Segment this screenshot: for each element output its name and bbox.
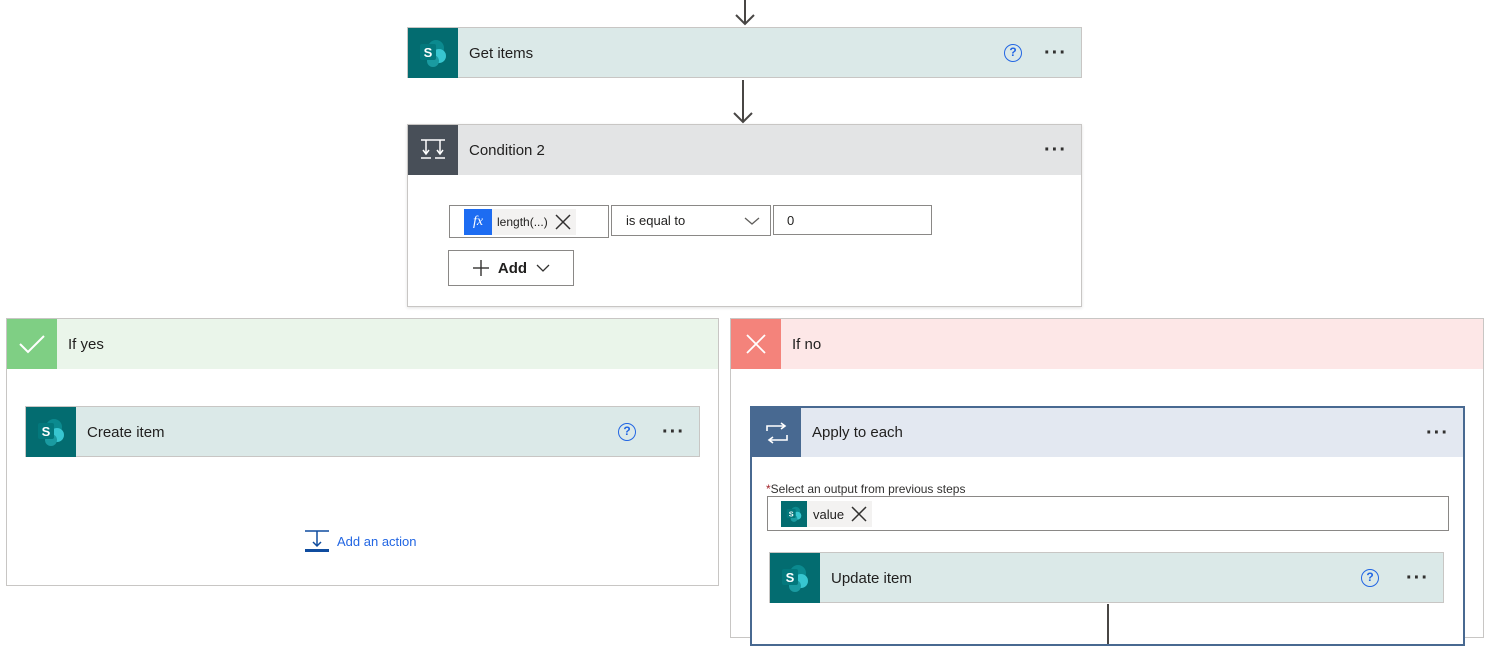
loop-icon [752, 408, 801, 457]
svg-text:S: S [42, 424, 51, 439]
card-title: Condition 2 [469, 141, 545, 159]
get-items-card[interactable]: S Get items ? ··· [407, 27, 1082, 78]
close-x-icon [731, 319, 781, 369]
chevron-down-icon [536, 264, 550, 272]
help-icon[interactable]: ? [1361, 569, 1380, 587]
card-title: Apply to each [812, 424, 903, 441]
svg-text:S: S [424, 45, 433, 60]
connector-arrow [735, 0, 755, 26]
more-options-icon[interactable]: ··· [1426, 423, 1449, 443]
sharepoint-icon: S [770, 553, 820, 603]
branch-title: If yes [68, 335, 104, 353]
svg-text:S: S [786, 570, 795, 585]
checkmark-icon [7, 319, 57, 369]
connector-arrow [733, 80, 753, 124]
condition-left-operand[interactable]: fx length(...) [449, 205, 609, 238]
sharepoint-icon: S [408, 28, 458, 78]
card-title: Get items [469, 44, 534, 62]
expression-token[interactable]: fx length(...) [464, 209, 576, 235]
card-title: Create item [87, 423, 165, 441]
fx-icon: fx [464, 209, 492, 235]
apply-to-each-card[interactable]: Apply to each ··· *Select an output from… [750, 406, 1465, 646]
more-options-icon[interactable]: ··· [1044, 43, 1067, 63]
select-output-input[interactable]: S value [767, 496, 1449, 531]
token-label: value [813, 506, 845, 522]
add-action-label: Add an action [337, 533, 417, 549]
value-token[interactable]: S value [781, 501, 873, 527]
operator-dropdown[interactable]: is equal to [611, 205, 771, 236]
chevron-down-icon [744, 217, 760, 225]
condition-card[interactable]: Condition 2 ··· fx length(...) is equal … [407, 124, 1082, 307]
if-yes-branch: If yes S Create item ? ··· Add an action [6, 318, 719, 586]
more-options-icon[interactable]: ··· [1044, 140, 1067, 160]
create-item-card[interactable]: S Create item ? ··· [25, 406, 700, 457]
operator-value: is equal to [626, 213, 686, 228]
add-button[interactable]: Add [448, 250, 574, 286]
add-label: Add [497, 259, 528, 277]
help-icon[interactable]: ? [1004, 44, 1023, 62]
branch-title: If no [792, 335, 822, 353]
value-text: 0 [787, 212, 795, 228]
token-label: length(...) [497, 215, 548, 229]
update-item-card[interactable]: S Update item ? ··· [769, 552, 1444, 603]
svg-text:S: S [789, 509, 794, 518]
help-icon[interactable]: ? [618, 423, 637, 441]
card-title: Update item [831, 569, 912, 587]
add-action-icon [305, 530, 329, 552]
plus-icon [472, 260, 489, 276]
sharepoint-icon: S [26, 407, 76, 457]
field-label: *Select an output from previous steps [766, 482, 966, 496]
more-options-icon[interactable]: ··· [1406, 568, 1429, 588]
more-options-icon[interactable]: ··· [662, 422, 685, 442]
sharepoint-icon: S [781, 501, 807, 527]
remove-token-icon[interactable] [850, 505, 868, 523]
connector-line [1107, 604, 1109, 644]
if-no-branch: If no Apply to each ··· *Select an outpu… [730, 318, 1484, 646]
condition-icon [408, 125, 458, 175]
remove-token-icon[interactable] [554, 213, 572, 231]
add-an-action-link[interactable]: Add an action [304, 529, 417, 553]
condition-value-input[interactable]: 0 [773, 205, 932, 235]
